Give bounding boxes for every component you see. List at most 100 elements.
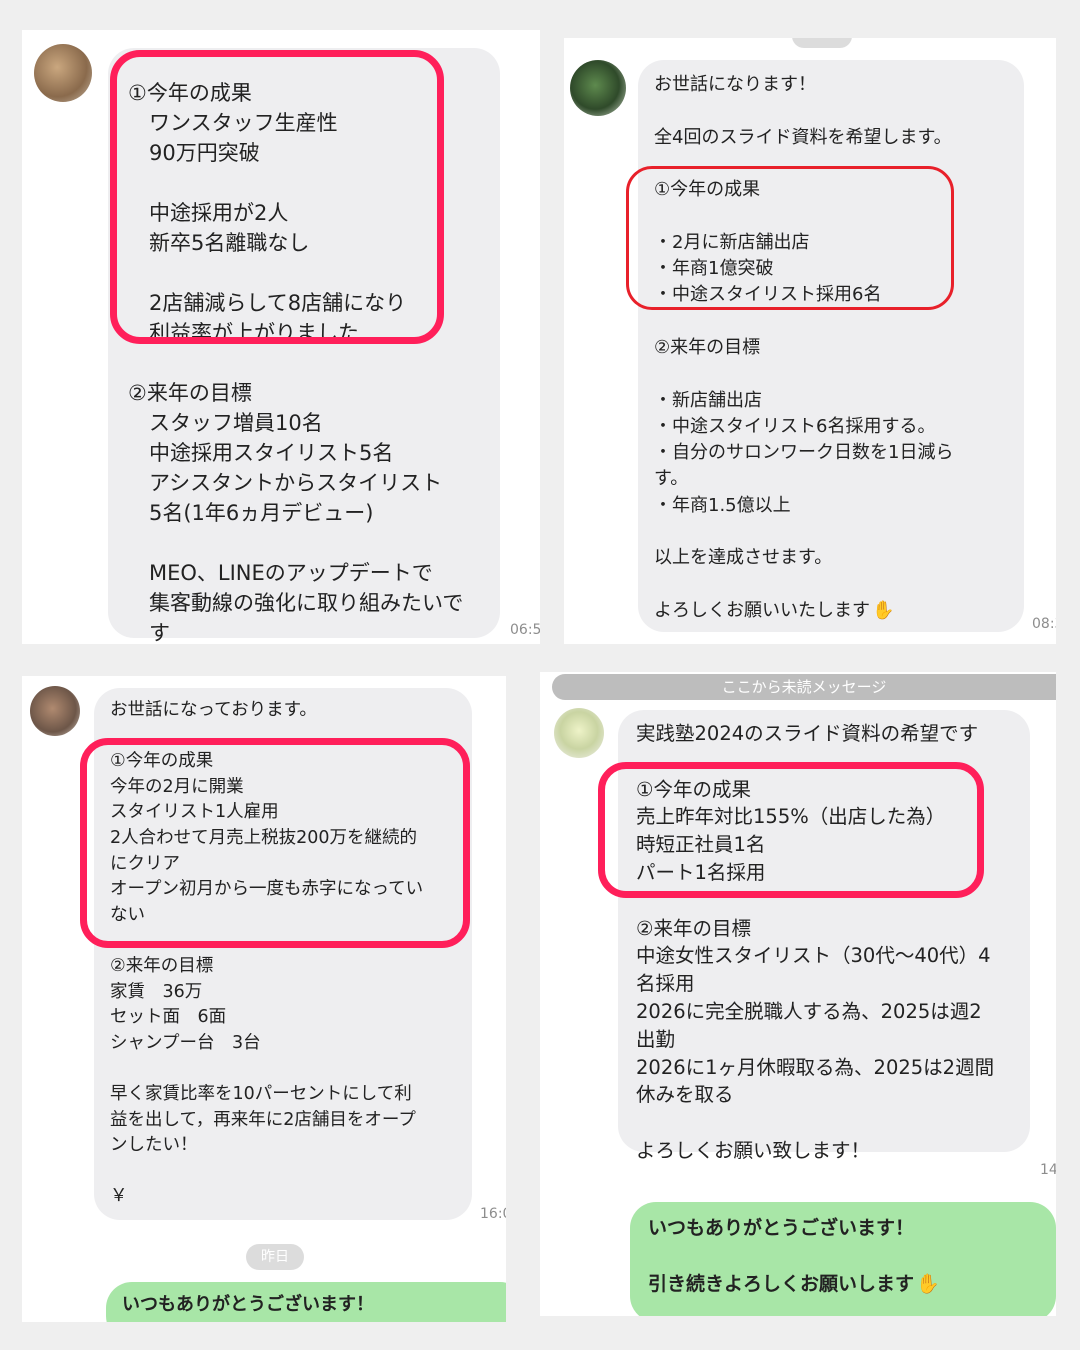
- message-bubble[interactable]: お世話になります！ 全4回のスライド資料を希望します。 ①今年の成果 ・2月に新…: [638, 60, 1024, 632]
- sender-avatar[interactable]: [554, 708, 604, 758]
- message-line: ②来年の目標: [128, 381, 252, 405]
- message-line: 2店舗減らして8店舗になり: [128, 291, 407, 315]
- date-pill: 昨日: [246, 1244, 304, 1270]
- message-time: 06:5: [510, 622, 540, 638]
- message-line: 益を出して，再来年に2店舗目をオープ: [110, 1109, 416, 1130]
- message-line: [110, 1056, 464, 1082]
- message-line: 新卒5名離職なし: [128, 231, 310, 255]
- message-line: [128, 168, 486, 198]
- message-line: 利益率が上がりました: [128, 321, 359, 345]
- message-text: いつもありがとうございます！: [122, 1294, 374, 1315]
- message-line: 2026に完全脱職人する為、2025は週2: [636, 999, 982, 1023]
- message-line: ・中途スタイリスト採用6名: [654, 284, 882, 306]
- message-line: 中途採用スタイリスト5名: [128, 441, 394, 465]
- message-line: 引き続きよろしくお願いします ✋: [648, 1273, 940, 1295]
- outgoing-message-bubble[interactable]: いつもありがとうございます！: [106, 1282, 506, 1322]
- message-line: ②来年の目標: [654, 336, 761, 358]
- message-line: 集客動線の強化に取り組みたいで: [128, 591, 464, 615]
- message-line: ・年商1億突破: [654, 258, 774, 280]
- message-line: ①今年の成果: [110, 751, 214, 772]
- message-line: [110, 724, 464, 750]
- message-line: [654, 203, 1014, 229]
- message-line: ①今年の成果: [654, 179, 761, 201]
- message-line: [654, 98, 1014, 124]
- message-line: ワンスタッフ生産性: [128, 111, 338, 135]
- message-line: [654, 519, 1014, 545]
- message-line: 休みを取る: [636, 1083, 734, 1107]
- message-bubble[interactable]: 実践塾2024のスライド資料の希望です ①今年の成果売上昨年対比155%（出店し…: [618, 710, 1030, 1162]
- message-line: よろしくお願いいたします ✋: [654, 599, 895, 621]
- message-line: [636, 1109, 1020, 1137]
- message-line: す。: [654, 468, 689, 490]
- sender-avatar[interactable]: [570, 60, 626, 116]
- message-line: [128, 258, 486, 288]
- message-line: MEO、LINEのアップデートで: [128, 561, 433, 585]
- message-line: アシスタントからスタイリスト: [128, 471, 443, 495]
- message-line: 実践塾2024のスライド資料の希望です: [636, 722, 979, 745]
- message-time: 16:0: [480, 1206, 506, 1222]
- message-line: ・年商1.5億以上: [654, 494, 791, 516]
- message-line: [654, 572, 1014, 598]
- message-time: 08:3: [1032, 616, 1056, 632]
- message-line: ￥: [110, 1186, 128, 1207]
- chat-panel-4: ここから未読メッセージ 実践塾2024のスライド資料の希望です ①今年の成果売上…: [540, 672, 1056, 1316]
- chat-panel-3: お世話になっております。 ①今年の成果今年の2月に開業スタイリスト1人雇用 2人合…: [22, 676, 506, 1322]
- message-line: [128, 528, 486, 558]
- message-line: ②来年の目標: [636, 916, 751, 940]
- message-line: いつもありがとうございます！: [648, 1217, 915, 1239]
- message-line: 今年の2月に開業: [110, 776, 244, 797]
- message-line: [648, 1242, 1038, 1270]
- message-line: 5名(1年6ヵ月デビュー): [128, 501, 374, 525]
- message-line: す: [128, 621, 170, 644]
- message-line: 時短正社員1名: [636, 833, 766, 857]
- message-line: [636, 748, 1020, 776]
- message-line: ①今年の成果: [636, 777, 751, 801]
- message-line: 家賃 36万: [110, 981, 203, 1002]
- message-line: 中途採用が2人: [128, 201, 289, 225]
- message-line: [128, 348, 486, 378]
- message-line: 中途女性スタイリスト（30代〜40代）4: [636, 944, 991, 968]
- message-line: ・2月に新店舗出店: [654, 231, 810, 253]
- message-line: [654, 151, 1014, 177]
- message-line: [110, 928, 464, 954]
- chat-panel-2: お世話になります！ 全4回のスライド資料を希望します。 ①今年の成果 ・2月に新…: [564, 38, 1056, 644]
- praying-hands-icon: ✋: [872, 599, 895, 621]
- message-line: [654, 361, 1014, 387]
- message-line: パート1名採用: [636, 860, 766, 884]
- message-line: シャンプー台 3台: [110, 1032, 261, 1053]
- message-line: ①今年の成果: [128, 81, 252, 105]
- message-line: ンしたい！: [110, 1135, 198, 1156]
- message-line: スタイリスト1人雇用: [110, 802, 279, 823]
- message-line: ない: [110, 904, 145, 925]
- unread-banner-label: ここから未読メッセージ: [721, 678, 887, 696]
- message-line: 以上を達成させます。: [654, 547, 833, 569]
- message-line: スタッフ増員10名: [128, 411, 323, 435]
- message-line: 2人合わせて月売上税抜200万を継続的: [110, 827, 418, 848]
- message-line: [636, 887, 1020, 915]
- message-line: お世話になります！: [654, 74, 816, 95]
- message-bubble[interactable]: お世話になっております。 ①今年の成果今年の2月に開業スタイリスト1人雇用 2人合…: [94, 688, 472, 1220]
- message-line: 全4回のスライド資料を希望します。: [654, 126, 952, 148]
- sender-avatar[interactable]: [30, 686, 80, 736]
- message-line: 名採用: [636, 972, 695, 996]
- unread-banner: ここから未読メッセージ: [552, 674, 1056, 700]
- message-line: ・新店舗出店: [654, 389, 762, 411]
- message-time: 14: [1040, 1162, 1056, 1178]
- date-pill-fragment: [792, 38, 852, 48]
- chat-panel-1: ①今年の成果 ワンスタッフ生産性 90万円突破 中途採用が2人 新卒5名離職なし…: [22, 30, 540, 644]
- message-line: 2026に1ヶ月休暇取る為、2025は2週間: [636, 1055, 995, 1079]
- message-line: 出勤: [636, 1027, 676, 1051]
- message-line: お世話になっております。: [110, 700, 317, 720]
- message-line: ②来年の目標: [110, 955, 214, 976]
- message-line: 売上昨年対比155%（出店した為）: [636, 805, 946, 829]
- message-line: よろしくお願い致します！: [636, 1138, 871, 1162]
- message-line: ・自分のサロンワーク日数を1日減ら: [654, 442, 954, 464]
- message-bubble[interactable]: ①今年の成果 ワンスタッフ生産性 90万円突破 中途採用が2人 新卒5名離職なし…: [108, 48, 500, 644]
- message-line: 早く家賃比率を10パーセントにして利: [110, 1083, 412, 1104]
- praying-hands-icon: ✋: [916, 1273, 940, 1295]
- message-line: 90万円突破: [128, 141, 260, 165]
- message-line: オープン初月から一度も赤字になってい: [110, 879, 424, 900]
- message-line: ・中途スタイリスト6名採用する。: [654, 415, 936, 437]
- outgoing-message-bubble[interactable]: いつもありがとうございます！ 引き続きよろしくお願いします ✋: [630, 1202, 1056, 1316]
- sender-avatar[interactable]: [34, 44, 92, 102]
